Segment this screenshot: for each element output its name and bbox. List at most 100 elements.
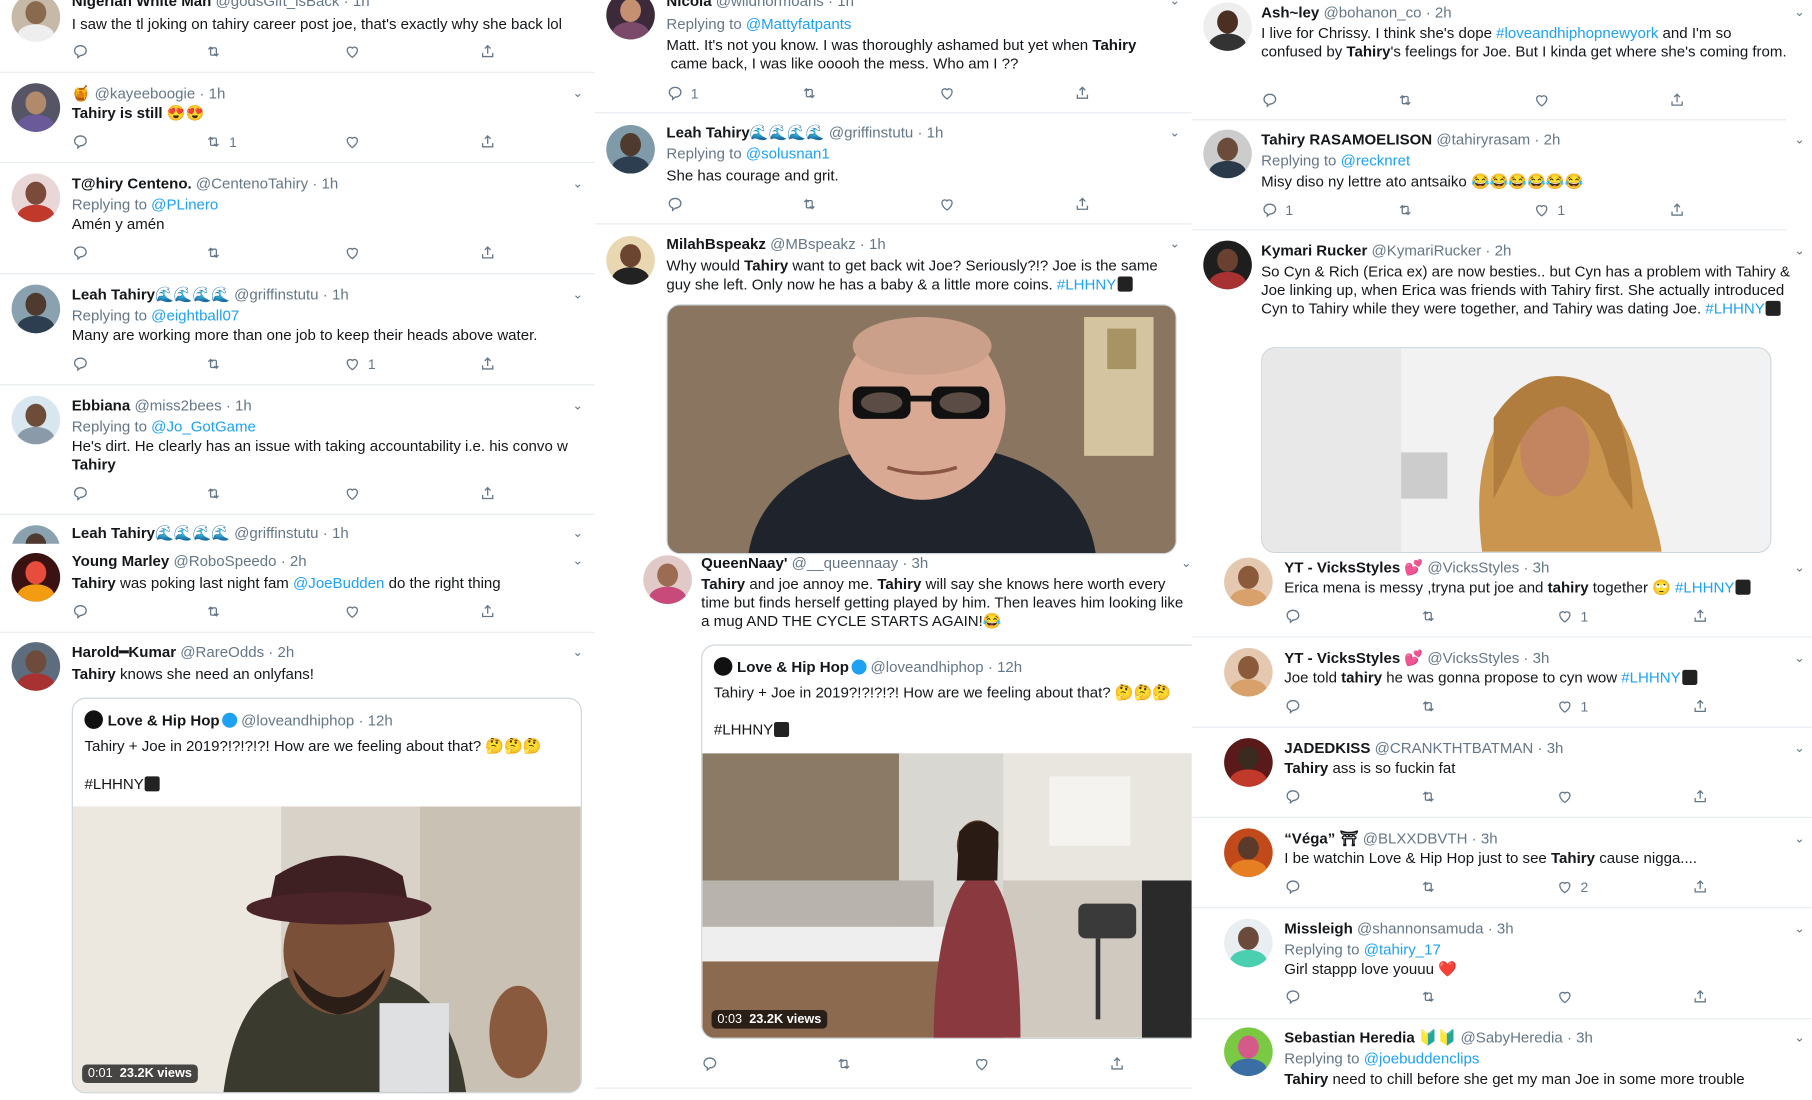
- author-name[interactable]: Leah Tahiry: [72, 286, 155, 303]
- like-button[interactable]: [1556, 988, 1573, 1005]
- tweet-time[interactable]: 3h: [1497, 920, 1514, 937]
- reply-button[interactable]: [72, 355, 89, 372]
- avatar[interactable]: [11, 642, 61, 691]
- reply-button[interactable]: [72, 43, 89, 60]
- share-button[interactable]: [1668, 201, 1685, 218]
- chevron-down-icon[interactable]: ⌄: [1794, 921, 1805, 936]
- author-name[interactable]: Leah Tahiry: [72, 524, 155, 541]
- chevron-down-icon[interactable]: ⌄: [1794, 740, 1805, 756]
- retweet-button[interactable]: [801, 196, 818, 213]
- reply-button[interactable]: 1: [1261, 201, 1293, 218]
- avatar[interactable]: [1224, 738, 1273, 787]
- retweet-button[interactable]: [1420, 878, 1437, 895]
- author-name[interactable]: MilahBspeakz: [666, 235, 765, 252]
- reply-button[interactable]: [1284, 878, 1301, 895]
- quoted-author-handle[interactable]: @loveandhiphop: [241, 712, 354, 729]
- share-button[interactable]: [479, 485, 496, 502]
- reply-to-link[interactable]: @recknret: [1341, 152, 1411, 169]
- share-button[interactable]: [1692, 878, 1709, 895]
- author-handle[interactable]: @CentenoTahiry: [196, 175, 308, 192]
- retweet-button[interactable]: [1396, 201, 1413, 218]
- chevron-down-icon[interactable]: ⌄: [1794, 831, 1805, 846]
- tweet-time[interactable]: 1h: [869, 235, 886, 252]
- share-button[interactable]: [1074, 196, 1091, 213]
- quoted-time[interactable]: 12h: [368, 712, 393, 729]
- reply-button[interactable]: [72, 244, 89, 261]
- author-handle[interactable]: @__queennaay: [792, 554, 898, 571]
- tweet-time[interactable]: 2h: [290, 552, 307, 569]
- like-button[interactable]: [973, 1055, 990, 1072]
- chevron-down-icon[interactable]: ⌄: [572, 287, 583, 302]
- tweet-time[interactable]: 3h: [1547, 739, 1564, 756]
- tweet[interactable]: Leah Tahiry🌊🌊🌊🌊 @griffinstutu · 1h ⌄ Rep…: [0, 284, 595, 382]
- tweet[interactable]: Missleigh @shannonsamuda · 3h ⌄ Replying…: [1192, 918, 1812, 1016]
- avatar[interactable]: [11, 553, 61, 602]
- tweet-time[interactable]: 2h: [1544, 131, 1561, 148]
- reply-button[interactable]: [1284, 788, 1301, 805]
- tweet-time[interactable]: 1h: [235, 397, 252, 414]
- avatar[interactable]: [11, 173, 61, 223]
- tweet-time[interactable]: 1h: [209, 84, 226, 101]
- avatar[interactable]: [1203, 129, 1252, 179]
- tweet-time[interactable]: 1h: [837, 0, 854, 9]
- tweet-time[interactable]: 2h: [1495, 242, 1512, 259]
- share-button[interactable]: [1692, 788, 1709, 805]
- reply-button[interactable]: [72, 603, 89, 620]
- reply-button[interactable]: [1284, 698, 1301, 715]
- reply-button[interactable]: [1261, 91, 1278, 108]
- avatar[interactable]: [1203, 2, 1252, 51]
- share-button[interactable]: [1692, 607, 1709, 624]
- reply-button[interactable]: [666, 196, 683, 213]
- hashtag[interactable]: #LHHNY: [1675, 579, 1734, 596]
- avatar[interactable]: [1224, 918, 1273, 968]
- video-player[interactable]: 0:01 23.2K views: [72, 806, 581, 1093]
- tweet[interactable]: Nicola @wildhormoans · 1h ⌄ Replying to …: [595, 0, 1192, 111]
- chevron-down-icon[interactable]: ⌄: [1794, 650, 1805, 665]
- tweet-time[interactable]: 3h: [1533, 559, 1550, 576]
- tweet[interactable]: Ash~ley @bohanon_co · 2h ⌄ I live for Ch…: [1192, 2, 1812, 115]
- like-button[interactable]: 1: [1556, 607, 1588, 624]
- like-button[interactable]: 1: [1533, 201, 1565, 218]
- reply-to-link[interactable]: @PLinero: [151, 196, 218, 213]
- tweet[interactable]: QueenNaay' @__queennaay · 3h ⌄ Tahiry an…: [595, 553, 1192, 1085]
- author-handle[interactable]: @SabyHeredia: [1461, 1029, 1563, 1046]
- avatar[interactable]: [606, 236, 655, 285]
- author-handle[interactable]: @RareOdds: [180, 643, 264, 660]
- author-handle[interactable]: @KymariRucker: [1372, 242, 1482, 259]
- reply-to-link[interactable]: @joebuddenclips: [1364, 1049, 1480, 1066]
- author-name[interactable]: 🍯: [72, 84, 95, 101]
- hashtag[interactable]: #LHHNY: [84, 775, 143, 792]
- like-button[interactable]: [344, 485, 361, 502]
- share-button[interactable]: [479, 603, 496, 620]
- chevron-down-icon[interactable]: ⌄: [1794, 243, 1805, 258]
- chevron-down-icon[interactable]: ⌄: [1794, 132, 1805, 147]
- tweet-image[interactable]: [1261, 347, 1772, 554]
- like-button[interactable]: 2: [1556, 878, 1588, 895]
- retweet-button[interactable]: [205, 485, 222, 502]
- chevron-down-icon[interactable]: ⌄: [572, 525, 583, 540]
- tweet-time[interactable]: 1h: [322, 175, 339, 192]
- tweet-time[interactable]: 1h: [332, 286, 349, 303]
- tweet[interactable]: Ebbiana @miss2bees · 1h ⌄ Replying to @J…: [0, 395, 595, 512]
- like-button[interactable]: [344, 603, 361, 620]
- share-button[interactable]: [1668, 91, 1685, 108]
- author-name[interactable]: Tahiry RASAMOELISON: [1261, 131, 1432, 148]
- tweet[interactable]: Leah Tahiry🌊🌊🌊🌊 @griffinstutu · 1h ⌄: [0, 523, 595, 544]
- reply-to-link[interactable]: @Mattyfatpants: [746, 15, 852, 32]
- author-handle[interactable]: @CRANKTHTBATMAN: [1375, 739, 1534, 756]
- chevron-down-icon[interactable]: ⌄: [572, 176, 583, 191]
- author-name[interactable]: Ebbiana: [72, 397, 131, 414]
- like-button[interactable]: [938, 84, 955, 101]
- author-handle[interactable]: @MBspeakz: [770, 235, 855, 252]
- tweet-image[interactable]: [666, 304, 1177, 555]
- chevron-down-icon[interactable]: ⌄: [1169, 0, 1180, 8]
- author-name[interactable]: Ash~ley: [1261, 3, 1319, 20]
- quoted-tweet[interactable]: Love & Hip Hop @loveandhiphop · 12h Tahi…: [71, 697, 582, 1094]
- like-button[interactable]: [1533, 91, 1550, 108]
- tweet[interactable]: MilahBspeakz @MBspeakz · 1h ⌄ Why would …: [595, 234, 1192, 555]
- avatar[interactable]: [1203, 240, 1252, 290]
- reply-button[interactable]: [1284, 988, 1301, 1005]
- tweet[interactable]: 🍯 @kayeeboogie · 1h ⌄ Tahiry is still 😍😍…: [0, 83, 595, 162]
- hashtag[interactable]: #LHHNY: [1705, 300, 1764, 317]
- tweet-time[interactable]: 3h: [1533, 649, 1550, 666]
